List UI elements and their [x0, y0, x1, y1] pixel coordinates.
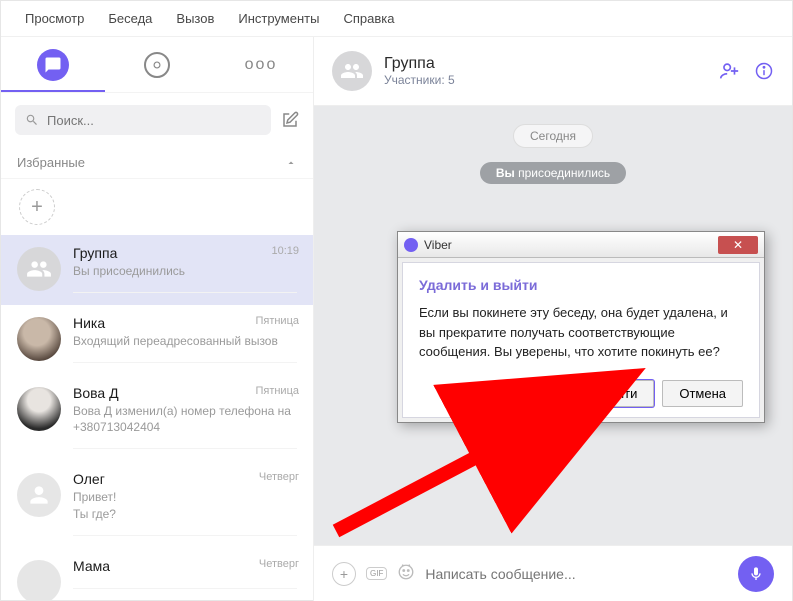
- chat-timestamp: Пятница: [255, 315, 299, 327]
- favorites-header[interactable]: Избранные: [1, 147, 313, 179]
- date-separator: Сегодня: [513, 124, 593, 148]
- chat-title: Группа: [73, 245, 297, 261]
- rakuten-icon: [144, 52, 170, 78]
- dialog-heading: Удалить и выйти: [419, 277, 743, 293]
- tab-chats[interactable]: [1, 37, 105, 92]
- chat-header: Группа Участники: 5: [314, 37, 792, 106]
- chat-preview: Вова Д изменил(а) номер телефона на +380…: [73, 403, 297, 437]
- group-avatar-icon: [332, 51, 372, 91]
- search-input[interactable]: [15, 105, 271, 135]
- sidebar-tabs: ooo: [1, 37, 313, 93]
- chat-item[interactable]: Вова Д Вова Д изменил(а) номер телефона …: [1, 375, 313, 462]
- menu-help[interactable]: Справка: [343, 11, 394, 26]
- cancel-button[interactable]: Отмена: [662, 380, 743, 407]
- chat-name: Группа: [384, 55, 706, 73]
- confirm-dialog: Viber ✕ Удалить и выйти Если вы покинете…: [397, 231, 765, 423]
- chevron-up-icon: [285, 157, 297, 169]
- dialog-appname: Viber: [424, 238, 452, 252]
- search-icon: [25, 113, 39, 127]
- avatar: [17, 317, 61, 361]
- attach-button[interactable]: +: [332, 562, 356, 586]
- avatar-placeholder-icon: [17, 473, 61, 517]
- group-avatar-icon: [17, 247, 61, 291]
- chat-item[interactable]: Олег Привет! Ты где? Четверг: [1, 461, 313, 548]
- gif-button[interactable]: GIF: [366, 567, 387, 580]
- add-favorite-button[interactable]: +: [19, 189, 55, 225]
- system-message: Вы присоединились: [480, 162, 626, 184]
- chat-participants: Участники: 5: [384, 73, 706, 87]
- favorites-label: Избранные: [17, 155, 85, 170]
- chat-timestamp: Пятница: [255, 385, 299, 397]
- chat-timestamp: Четверг: [259, 558, 299, 570]
- chat-preview: Входящий переадресованный вызов: [73, 333, 297, 350]
- sticker-icon[interactable]: [397, 563, 415, 584]
- viber-icon: [404, 238, 418, 252]
- menu-view[interactable]: Просмотр: [25, 11, 84, 26]
- menu-call[interactable]: Вызов: [176, 11, 214, 26]
- message-composer: + GIF: [314, 545, 792, 601]
- more-icon: ooo: [245, 56, 278, 74]
- chat-preview: Вы присоединились: [73, 263, 297, 280]
- sidebar: ooo Избранные +: [1, 37, 314, 601]
- dialog-text: Если вы покинете эту беседу, она будет у…: [419, 303, 743, 362]
- avatar: [17, 387, 61, 431]
- chat-item[interactable]: Мама Четверг: [1, 548, 313, 601]
- chat-item-group[interactable]: Группа Вы присоединились 10:19: [1, 235, 313, 305]
- close-button[interactable]: ✕: [718, 236, 758, 254]
- search-field[interactable]: [47, 113, 261, 128]
- exit-button[interactable]: Выйти: [582, 380, 655, 407]
- chat-bubble-icon: [37, 49, 69, 81]
- avatar-placeholder-icon: [17, 560, 61, 601]
- menubar: Просмотр Беседа Вызов Инструменты Справк…: [1, 1, 792, 37]
- dialog-titlebar: Viber ✕: [398, 232, 764, 258]
- tab-media[interactable]: [105, 37, 209, 92]
- chat-item[interactable]: Ника Входящий переадресованный вызов Пят…: [1, 305, 313, 375]
- mic-button[interactable]: [738, 556, 774, 592]
- compose-icon[interactable]: [281, 111, 299, 129]
- add-user-icon[interactable]: [718, 60, 740, 82]
- chat-timestamp: 10:19: [271, 245, 299, 257]
- info-icon[interactable]: [754, 61, 774, 81]
- menu-chat[interactable]: Беседа: [108, 11, 152, 26]
- chat-list: Группа Вы присоединились 10:19 Ника Вход…: [1, 235, 313, 601]
- tab-more[interactable]: ooo: [209, 37, 313, 92]
- message-input[interactable]: [425, 566, 728, 582]
- menu-tools[interactable]: Инструменты: [238, 11, 319, 26]
- chat-timestamp: Четверг: [259, 471, 299, 483]
- chat-preview: Привет! Ты где?: [73, 489, 297, 523]
